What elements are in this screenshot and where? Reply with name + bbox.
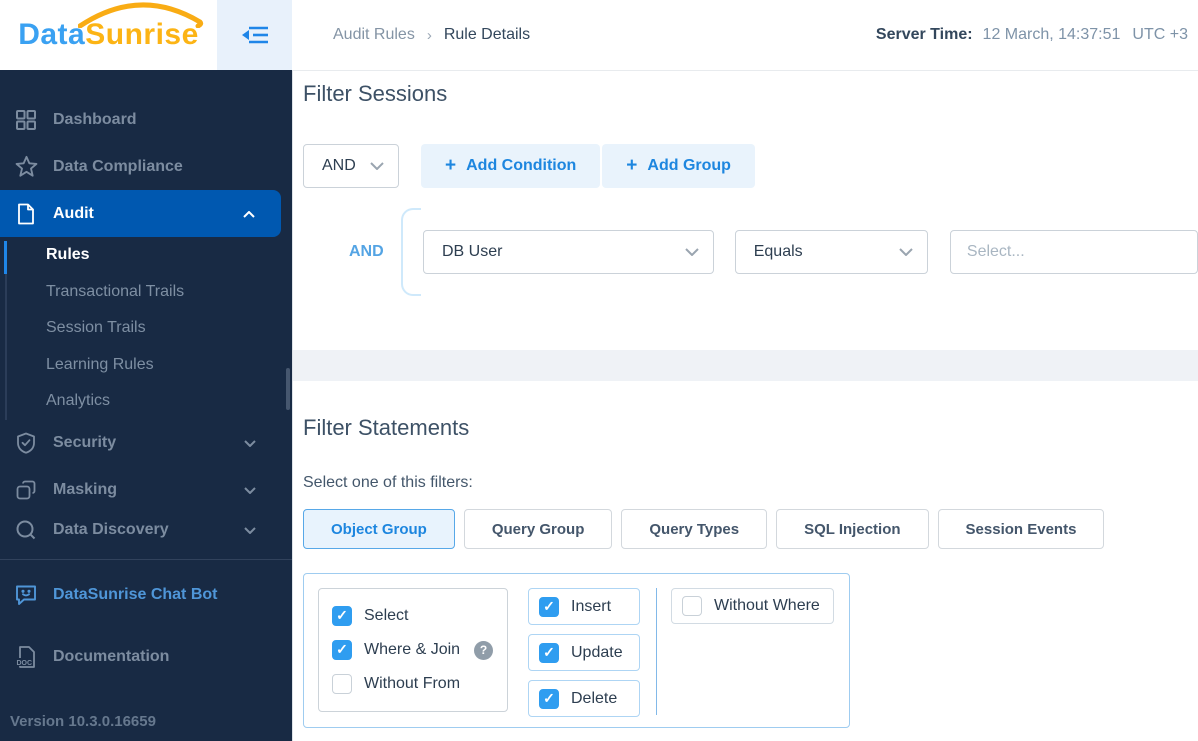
sidebar-divider <box>0 558 292 560</box>
sidebar-subitem-analytics[interactable]: Analytics <box>0 383 292 420</box>
where-join-checkbox[interactable] <box>332 640 352 660</box>
select-options-box: Select Where & Join ? Without From <box>318 588 508 712</box>
tab-sql-injection[interactable]: SQL Injection <box>776 509 929 549</box>
breadcrumb-parent[interactable]: Audit Rules <box>333 26 415 44</box>
checkbox-box-without-where: Without Where <box>671 588 834 624</box>
logo-text: DataSunrise <box>18 18 199 51</box>
tab-query-types[interactable]: Query Types <box>621 509 768 549</box>
condition-group-bracket <box>401 208 421 296</box>
sidebar: Dashboard Data Compliance Audit Rules Tr… <box>0 70 292 741</box>
chevron-down-icon <box>685 248 699 256</box>
server-time-label: Server Time: <box>875 26 973 43</box>
filter-type-tabs: Object Group Query Group Query Types SQL… <box>303 509 1198 549</box>
filter-statements-title: Filter Statements <box>303 415 470 440</box>
sidebar-item-data-compliance[interactable]: Data Compliance <box>0 143 292 190</box>
without-where-checkbox[interactable] <box>682 596 702 616</box>
tab-query-group[interactable]: Query Group <box>463 509 613 549</box>
sidebar-item-chat-bot[interactable]: DataSunrise Chat Bot <box>0 572 292 619</box>
plus-icon: + <box>626 155 638 176</box>
tab-session-events[interactable]: Session Events <box>937 509 1105 549</box>
sidebar-subitem-session-trails[interactable]: Session Trails <box>0 310 292 347</box>
select-checkbox[interactable] <box>332 606 352 626</box>
sidebar-item-documentation[interactable]: DOC Documentation <box>0 634 292 681</box>
filter-sessions-section: Filter Sessions AND + Add Condition + Ad… <box>293 71 1198 296</box>
search-icon <box>14 518 38 542</box>
breadcrumb-separator: › <box>426 26 432 44</box>
chevron-down-icon <box>244 521 256 539</box>
filter-sessions-title: Filter Sessions <box>303 81 448 106</box>
sidebar-collapse-button[interactable] <box>217 0 292 70</box>
update-checkbox[interactable] <box>539 642 559 663</box>
chevron-down-icon <box>244 434 256 452</box>
delete-checkbox[interactable] <box>539 688 559 709</box>
insert-checkbox[interactable] <box>539 596 559 617</box>
plus-icon: + <box>445 155 457 176</box>
chevron-up-icon <box>243 205 255 223</box>
condition-operator-select[interactable]: Equals <box>734 230 928 274</box>
chevron-down-icon <box>899 248 913 256</box>
condition-row: AND DB User Equals <box>303 208 1198 296</box>
breadcrumb-current: Rule Details <box>443 26 531 43</box>
sidebar-item-security[interactable]: Security <box>0 420 292 467</box>
filter-statements-subtitle: Select one of this filters: <box>303 474 473 491</box>
checkbox-box-update: Update <box>528 634 640 671</box>
add-condition-button[interactable]: + Add Condition <box>421 144 601 188</box>
dashboard-grid-icon <box>14 108 38 132</box>
checkbox-box-insert: Insert <box>528 588 640 625</box>
masking-icon <box>14 478 38 502</box>
sidebar-subitem-rules[interactable]: Rules <box>0 237 292 274</box>
add-group-button[interactable]: + Add Group <box>602 144 755 188</box>
without-from-checkbox[interactable] <box>332 674 352 694</box>
checkbox-row-select: Select <box>332 599 494 633</box>
shield-check-icon <box>14 431 38 455</box>
logo[interactable]: DataSunrise <box>0 0 217 70</box>
sidebar-scrollbar[interactable] <box>286 368 290 410</box>
svg-text:DOC: DOC <box>17 660 33 667</box>
chevron-down-icon <box>244 481 256 499</box>
filter-sessions-controls: AND + Add Condition + Add Group <box>303 144 1198 188</box>
document-icon <box>14 202 38 226</box>
chat-bot-icon <box>14 583 38 607</box>
main-content: Filter Sessions AND + Add Condition + Ad… <box>292 70 1198 741</box>
server-time-zone: UTC +3 <box>1132 26 1188 43</box>
outdent-icon <box>241 26 268 44</box>
star-icon <box>14 155 38 179</box>
help-icon[interactable]: ? <box>474 640 494 660</box>
server-time-value: 12 March, 14:37:51 <box>982 26 1121 43</box>
condition-connector-label: AND <box>349 243 384 260</box>
sidebar-item-audit[interactable]: Audit <box>0 190 281 237</box>
condition-field-select[interactable]: DB User <box>423 230 714 274</box>
top-bar: DataSunrise Audit Rules › Rule Details S… <box>0 0 1198 70</box>
tree-line <box>5 274 7 420</box>
filter-statements-section: Filter Statements Select one of this fil… <box>293 415 1198 728</box>
checkbox-row-where-join: Where & Join ? <box>332 633 494 667</box>
doc-file-icon: DOC <box>14 645 38 669</box>
version-label: Version 10.3.0.16659 <box>10 713 156 730</box>
sidebar-item-masking[interactable]: Masking <box>0 467 292 514</box>
sidebar-subitem-learning-rules[interactable]: Learning Rules <box>0 347 292 384</box>
checkbox-row-without-from: Without From <box>332 667 494 701</box>
breadcrumb: Audit Rules › Rule Details <box>333 0 530 70</box>
logic-operator-select[interactable]: AND <box>303 144 399 188</box>
tab-object-group[interactable]: Object Group <box>303 509 455 549</box>
sidebar-item-dashboard[interactable]: Dashboard <box>0 96 292 143</box>
chevron-down-icon <box>370 162 384 170</box>
audit-submenu: Rules Transactional Trails Session Trail… <box>0 237 292 420</box>
server-time: Server Time: 12 March, 14:37:51 UTC +3 <box>876 0 1188 70</box>
checkbox-box-delete: Delete <box>528 680 640 717</box>
active-indicator-bar <box>4 241 7 274</box>
section-separator <box>293 350 1198 381</box>
dml-options-column: Insert Update Delete <box>528 588 640 717</box>
sidebar-item-data-discovery[interactable]: Data Discovery <box>0 514 292 547</box>
condition-value-input[interactable] <box>949 230 1198 274</box>
panel-divider <box>656 588 657 715</box>
sidebar-subitem-transactional-trails[interactable]: Transactional Trails <box>0 274 292 311</box>
object-group-panel: Select Where & Join ? Without From <box>303 573 850 728</box>
